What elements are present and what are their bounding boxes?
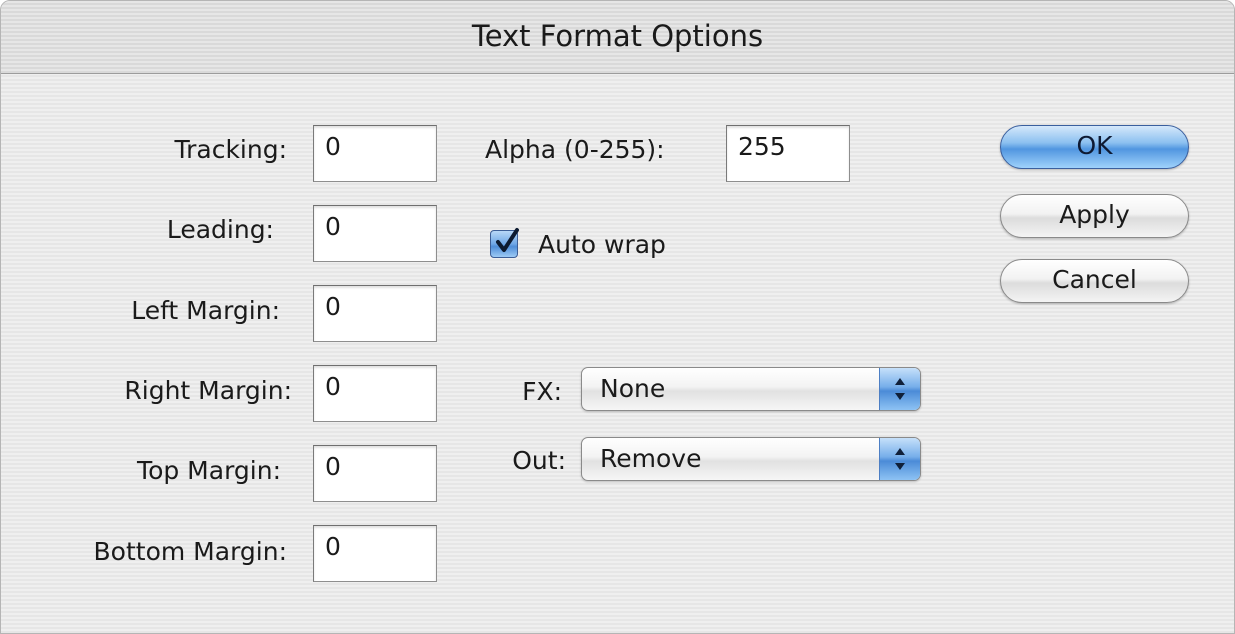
title-bar[interactable]: Text Format Options <box>1 1 1234 74</box>
dialog-window: Text Format Options Tracking: Leading: L… <box>0 0 1235 634</box>
bottom-margin-field[interactable]: 0 <box>313 525 437 582</box>
auto-wrap-label[interactable]: Auto wrap <box>538 230 666 259</box>
left-margin-field[interactable]: 0 <box>313 285 437 342</box>
fx-popup-value: None <box>600 374 666 403</box>
ok-button[interactable]: OK <box>1000 125 1189 169</box>
left-margin-label: Left Margin: <box>131 296 280 325</box>
auto-wrap-checkbox[interactable] <box>490 228 519 258</box>
bottom-margin-label: Bottom Margin: <box>93 537 287 566</box>
top-margin-label: Top Margin: <box>137 456 281 485</box>
cancel-button[interactable]: Cancel <box>1000 259 1189 303</box>
out-popup[interactable]: Remove <box>581 437 921 481</box>
right-margin-label: Right Margin: <box>124 376 292 405</box>
up-down-arrows-icon <box>879 368 920 410</box>
checkmark-icon <box>496 228 519 252</box>
tracking-field[interactable]: 0 <box>313 125 437 182</box>
out-popup-value: Remove <box>600 444 702 473</box>
leading-label: Leading: <box>166 215 274 244</box>
leading-field[interactable]: 0 <box>313 205 437 262</box>
up-down-arrows-icon <box>879 438 920 480</box>
top-margin-field[interactable]: 0 <box>313 445 437 502</box>
out-label: Out: <box>512 446 566 475</box>
apply-button[interactable]: Apply <box>1000 194 1189 238</box>
alpha-field[interactable]: 255 <box>726 125 850 182</box>
alpha-label: Alpha (0-255): <box>485 135 665 164</box>
window-title: Text Format Options <box>471 19 764 53</box>
fx-popup[interactable]: None <box>581 367 921 411</box>
tracking-label: Tracking: <box>174 135 288 164</box>
fx-label: FX: <box>522 377 562 406</box>
right-margin-field[interactable]: 0 <box>313 365 437 422</box>
